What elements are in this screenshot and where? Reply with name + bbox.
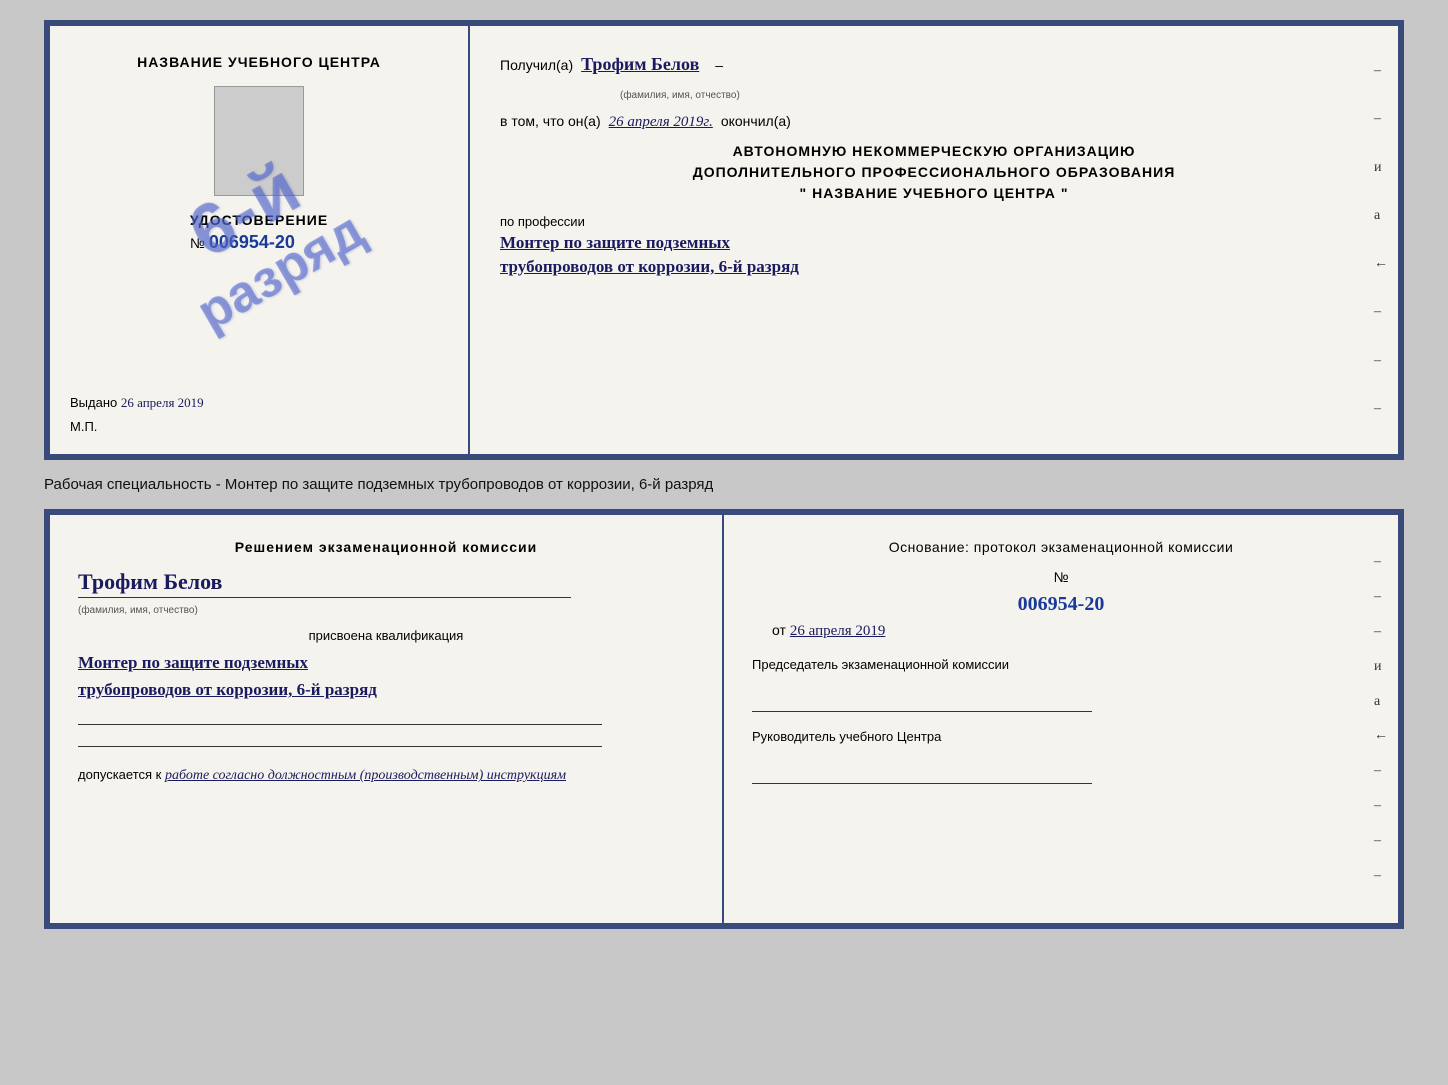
- org-quote2: ": [1061, 185, 1069, 201]
- poluchil-label: Получил(а): [500, 57, 573, 73]
- photo-placeholder: [214, 86, 304, 196]
- prisvoyena-label: присвоена квалификация: [78, 628, 694, 643]
- cert-center-title: НАЗВАНИЕ УЧЕБНОГО ЦЕНТРА: [137, 54, 381, 70]
- date-value: 26 апреля 2019г.: [609, 114, 713, 131]
- udost-no-prefix: №: [190, 235, 205, 251]
- top-certificate: НАЗВАНИЕ УЧЕБНОГО ЦЕНТРА 6-й разряд УДОС…: [44, 20, 1404, 460]
- rukovoditel-title: Руководитель учебного Центра: [752, 728, 1370, 746]
- blank-line-1: [78, 709, 602, 725]
- ot-date-row: от 26 апреля 2019: [772, 622, 1370, 640]
- right-dashes-bottom: – – – и а ← – – – –: [1374, 515, 1388, 923]
- po-professii-label: по профессии: [500, 214, 585, 229]
- vtom-label: в том, что он(а): [500, 113, 601, 129]
- specialty-text: Рабочая специальность - Монтер по защите…: [44, 476, 713, 493]
- org-line2: ДОПОЛНИТЕЛЬНОГО ПРОФЕССИОНАЛЬНОГО ОБРАЗО…: [500, 162, 1368, 183]
- protocol-row: № 006954-20: [752, 569, 1370, 616]
- bottom-recipient-name: Трофим Белов: [78, 569, 694, 595]
- udost-title: УДОСТОВЕРЕНИЕ: [190, 212, 328, 228]
- bottom-fio-label: (фамилия, имя, отчество): [78, 605, 198, 616]
- udost-block: УДОСТОВЕРЕНИЕ № 006954-20: [190, 212, 328, 253]
- okonchil-label: окончил(а): [721, 113, 791, 129]
- middle-text: Рабочая специальность - Монтер по защите…: [44, 472, 1404, 497]
- org-block: АВТОНОМНУЮ НЕКОММЕРЧЕСКУЮ ОРГАНИЗАЦИЮ ДО…: [500, 141, 1368, 204]
- profession-line2: трубопроводов от коррозии, 6-й разряд: [500, 257, 1368, 277]
- dopusk-text: работе согласно должностным (производств…: [165, 768, 566, 783]
- qualification-line2: трубопроводов от коррозии, 6-й разряд: [78, 676, 694, 703]
- right-dashes: – – и а ← – – –: [1374, 26, 1388, 454]
- dopusk-prefix: допускается к: [78, 767, 161, 782]
- protocol-no-prefix: №: [1053, 569, 1068, 585]
- ot-prefix: от: [772, 622, 786, 638]
- qualification-line1: Монтер по защите подземных: [78, 649, 694, 676]
- profession-line1: Монтер по защите подземных: [500, 233, 1368, 253]
- cert-left-panel: НАЗВАНИЕ УЧЕБНОГО ЦЕНТРА 6-й разряд УДОС…: [50, 26, 470, 454]
- mp-label: М.П.: [70, 419, 97, 434]
- cert-bottom-left-panel: Решением экзаменационной комиссии Трофим…: [50, 515, 724, 923]
- predsedatel-signature-line: [752, 696, 1092, 712]
- vtom-row: в том, что он(а) 26 апреля 2019г. окончи…: [500, 113, 1368, 131]
- predsedatel-block: Председатель экзаменационной комиссии: [752, 656, 1370, 712]
- bottom-certificate: Решением экзаменационной комиссии Трофим…: [44, 509, 1404, 929]
- cert-right-panel: Получил(а) Трофим Белов – (фамилия, имя,…: [470, 26, 1398, 454]
- cert-bottom-right-panel: Основание: протокол экзаменационной коми…: [724, 515, 1398, 923]
- org-quote: ": [800, 185, 808, 201]
- vydano-date: 26 апреля 2019: [121, 395, 204, 410]
- rukovoditel-signature-line: [752, 768, 1092, 784]
- osnovaniye-text: Основание: протокол экзаменационной коми…: [752, 539, 1370, 555]
- vydano-label: Выдано: [70, 395, 117, 410]
- org-name: НАЗВАНИЕ УЧЕБНОГО ЦЕНТРА: [812, 185, 1056, 201]
- protocol-number: 006954-20: [752, 593, 1370, 616]
- vydano-row: Выдано 26 апреля 2019: [70, 395, 204, 411]
- dopuskaetsya-block: допускается к работе согласно должностны…: [78, 767, 694, 784]
- predsedatel-title: Председатель экзаменационной комиссии: [752, 656, 1370, 674]
- ot-date-value: 26 апреля 2019: [790, 623, 886, 639]
- bottom-left-title: Решением экзаменационной комиссии: [78, 539, 694, 555]
- recipient-name: Трофим Белов: [581, 54, 699, 75]
- name-underline: [78, 597, 571, 598]
- rukovoditel-block: Руководитель учебного Центра: [752, 728, 1370, 784]
- fio-label: (фамилия, имя, отчество): [620, 90, 740, 101]
- poluchil-row: Получил(а) Трофим Белов –: [500, 54, 1368, 75]
- profession-block: по профессии Монтер по защите подземных …: [500, 214, 1368, 277]
- org-line1: АВТОНОМНУЮ НЕКОММЕРЧЕСКУЮ ОРГАНИЗАЦИЮ: [500, 141, 1368, 162]
- org-name-line: " НАЗВАНИЕ УЧЕБНОГО ЦЕНТРА ": [500, 183, 1368, 204]
- udost-number: 006954-20: [209, 232, 295, 253]
- blank-line-2: [78, 731, 602, 747]
